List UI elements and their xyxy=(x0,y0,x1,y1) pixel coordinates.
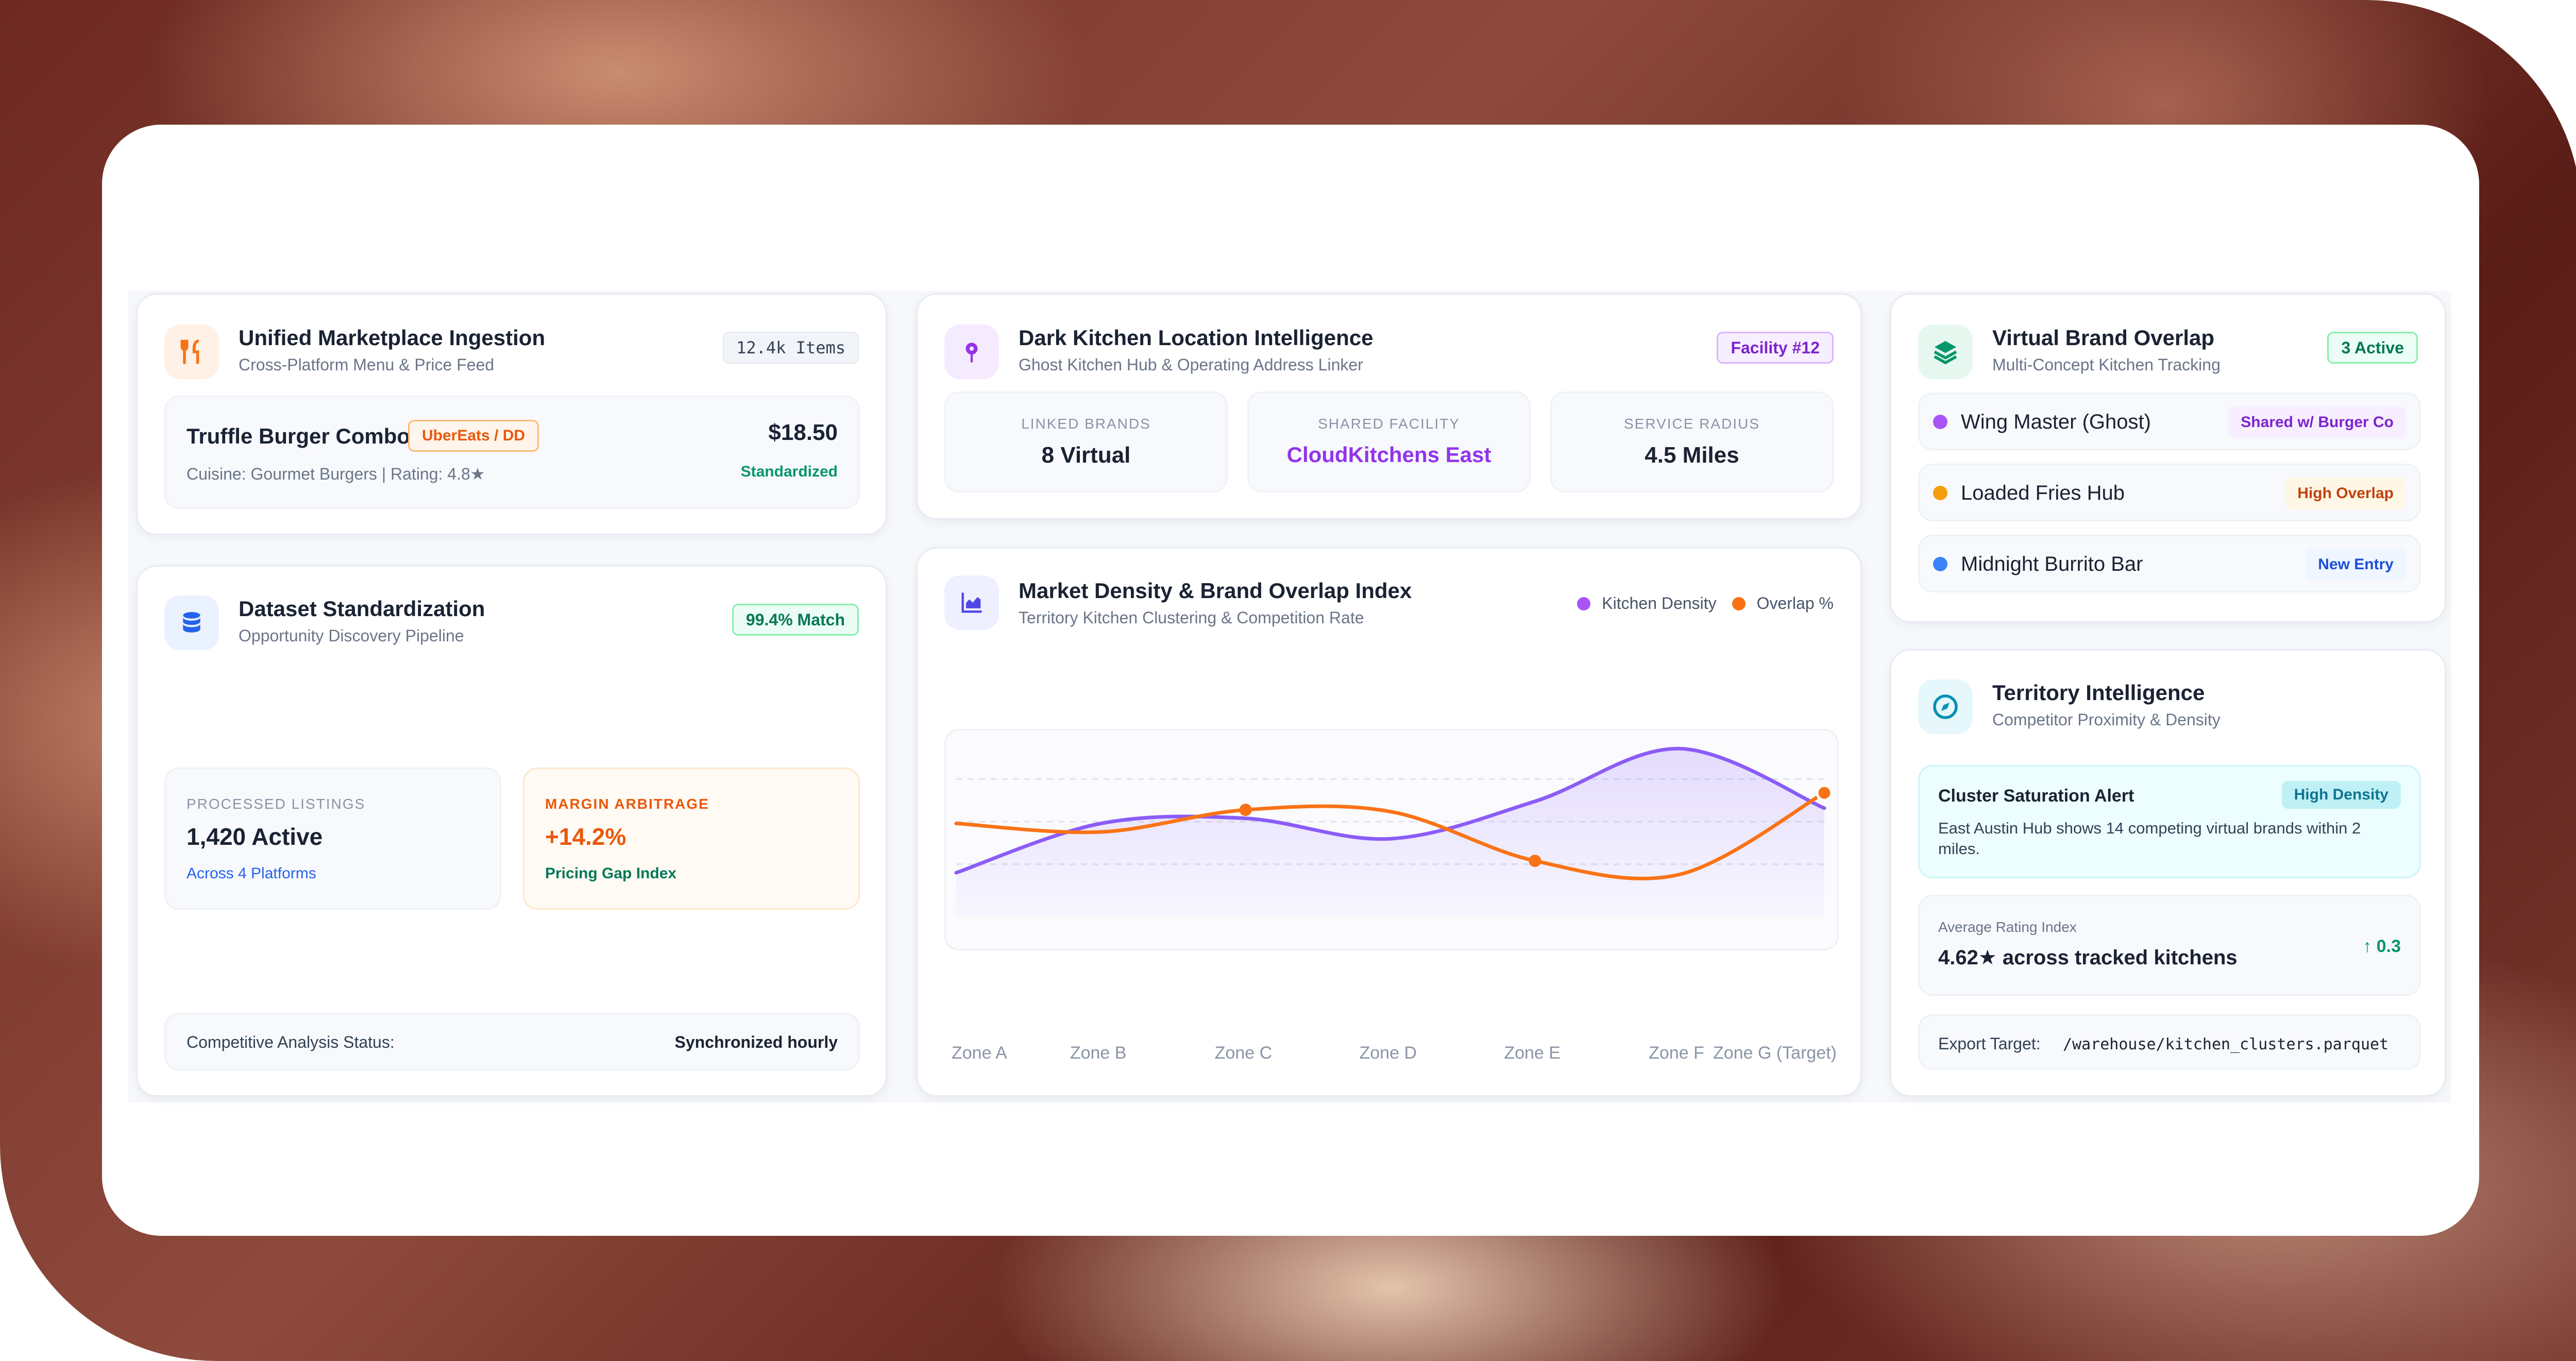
overlap-point[interactable] xyxy=(1529,855,1541,867)
export-target[interactable]: Export Target: /warehouse/kitchen_cluste… xyxy=(1918,1014,2421,1070)
x-tick-label: Zone F xyxy=(1649,1043,1704,1063)
density-chart-card: Market Density & Brand Overlap Index Ter… xyxy=(916,547,1862,1097)
standardization-card: Dataset Standardization Opportunity Disc… xyxy=(136,565,887,1097)
brand-name: Loaded Fries Hub xyxy=(1961,482,2125,504)
alert-text: East Austin Hub shows 14 competing virtu… xyxy=(1938,819,2361,858)
layers-icon xyxy=(1918,325,1973,379)
status-label: Competitive Analysis Status: xyxy=(187,1033,395,1051)
density-line-chart xyxy=(954,746,1833,917)
card-title: Unified Marketplace Ingestion xyxy=(239,326,546,350)
x-tick-label: Zone A xyxy=(952,1043,1007,1063)
status-value: Synchronized hourly xyxy=(674,1033,838,1051)
card-title: Virtual Brand Overlap xyxy=(1992,326,2215,350)
card-subtitle: Opportunity Discovery Pipeline xyxy=(239,626,464,645)
x-tick-label: Zone E xyxy=(1504,1043,1561,1063)
x-tick-label: Zone D xyxy=(1359,1043,1417,1063)
brand-name: Midnight Burrito Bar xyxy=(1961,553,2143,575)
location-card: Dark Kitchen Location Intelligence Ghost… xyxy=(916,293,1862,520)
map-pin-icon xyxy=(944,325,999,379)
brand-row[interactable]: Loaded Fries Hub High Overlap xyxy=(1918,464,2421,521)
brand-row[interactable]: Midnight Burrito Bar New Entry xyxy=(1918,535,2421,592)
utensils-icon xyxy=(164,325,219,379)
match-badge: 99.4% Match xyxy=(732,604,859,636)
rating-value: 4.62★ across tracked kitchens xyxy=(1938,946,2238,969)
source-badge: UberEats / DD xyxy=(408,420,539,452)
stat-value: CloudKitchens East xyxy=(1286,443,1492,467)
stat-label: Margin Arbitrage xyxy=(545,796,709,812)
card-title: Dataset Standardization xyxy=(239,597,485,621)
menu-item-meta: Cuisine: Gourmet Burgers | Rating: 4.8★ xyxy=(187,465,485,483)
stat-note: Across 4 Platforms xyxy=(187,865,316,882)
facility-badge: Facility #12 xyxy=(1717,332,1834,364)
stat-value: +14.2% xyxy=(545,823,626,850)
card-title: Territory Intelligence xyxy=(1992,680,2205,705)
rating-index: Average Rating Index 4.62★ across tracke… xyxy=(1918,895,2421,996)
items-count-badge: 12.4k Items xyxy=(723,332,859,364)
brand-name: Wing Master (Ghost) xyxy=(1961,411,2151,433)
card-subtitle: Competitor Proximity & Density xyxy=(1992,710,2221,729)
export-path: /warehouse/kitchen_clusters.parquet xyxy=(2063,1035,2389,1053)
card-subtitle: Multi-Concept Kitchen Tracking xyxy=(1992,355,2221,374)
territory-card: Territory Intelligence Competitor Proxim… xyxy=(1890,649,2446,1097)
x-tick-label: Zone B xyxy=(1070,1043,1127,1063)
rating-label: Average Rating Index xyxy=(1938,919,2077,935)
processed-listings-stat: Processed Listings 1,420 Active Across 4… xyxy=(164,768,501,910)
brand-tag: New Entry xyxy=(2306,549,2406,581)
brand-color-dot xyxy=(1933,486,1947,500)
stat-shared-facility: Shared Facility CloudKitchens East xyxy=(1247,392,1531,492)
saturation-alert: Cluster Saturation Alert High Density Ea… xyxy=(1918,765,2421,878)
status-label: Standardized xyxy=(740,463,838,480)
stat-label: Processed Listings xyxy=(187,796,366,812)
database-icon xyxy=(164,596,219,650)
x-tick-label: Zone C xyxy=(1214,1043,1273,1063)
active-count-badge: 3 Active xyxy=(2327,332,2418,364)
brand-color-dot xyxy=(1933,415,1947,429)
stat-label: Shared Facility xyxy=(1318,416,1460,432)
stat-service-radius: Service Radius 4.5 Miles xyxy=(1550,392,1834,492)
margin-arbitrage-stat: Margin Arbitrage +14.2% Pricing Gap Inde… xyxy=(523,768,860,910)
stat-value: 4.5 Miles xyxy=(1645,443,1739,468)
brand-color-dot xyxy=(1933,557,1947,571)
brand-row[interactable]: Wing Master (Ghost) Shared w/ Burger Co xyxy=(1918,393,2421,450)
card-subtitle: Cross-Platform Menu & Price Feed xyxy=(239,355,495,374)
alert-title: Cluster Saturation Alert xyxy=(1938,786,2134,806)
stat-label: Linked Brands xyxy=(1021,416,1151,432)
rating-delta: ↑ 0.3 xyxy=(2363,937,2401,956)
menu-item-price: $18.50 xyxy=(768,420,838,445)
analysis-status-bar: Competitive Analysis Status: Synchronize… xyxy=(164,1013,860,1070)
stat-value: 8 Virtual xyxy=(1041,443,1131,468)
stat-linked-brands: Linked Brands 8 Virtual xyxy=(944,392,1228,492)
ingestion-card: Unified Marketplace Ingestion Cross-Plat… xyxy=(136,293,887,535)
alert-badge: High Density xyxy=(2281,781,2401,809)
stat-note: Pricing Gap Index xyxy=(545,865,677,882)
compass-icon xyxy=(1918,679,1973,734)
stat-label: Service Radius xyxy=(1624,416,1760,432)
export-label: Export Target: xyxy=(1938,1034,2041,1053)
overlap-point[interactable] xyxy=(1816,784,1833,802)
menu-item-name: Truffle Burger Combo xyxy=(187,424,411,448)
x-tick-label: Zone G (Target) xyxy=(1713,1043,1837,1063)
overlap-card: Virtual Brand Overlap Multi-Concept Kitc… xyxy=(1890,293,2446,623)
card-title: Dark Kitchen Location Intelligence xyxy=(1019,326,1374,350)
card-subtitle: Ghost Kitchen Hub & Operating Address Li… xyxy=(1019,355,1363,374)
overlap-point[interactable] xyxy=(1239,804,1252,816)
menu-item-row[interactable]: Truffle Burger Combo UberEats / DD Cuisi… xyxy=(164,396,860,509)
stat-value: 1,420 Active xyxy=(187,823,323,850)
brand-tag: High Overlap xyxy=(2285,478,2406,509)
brand-tag: Shared w/ Burger Co xyxy=(2228,406,2406,438)
